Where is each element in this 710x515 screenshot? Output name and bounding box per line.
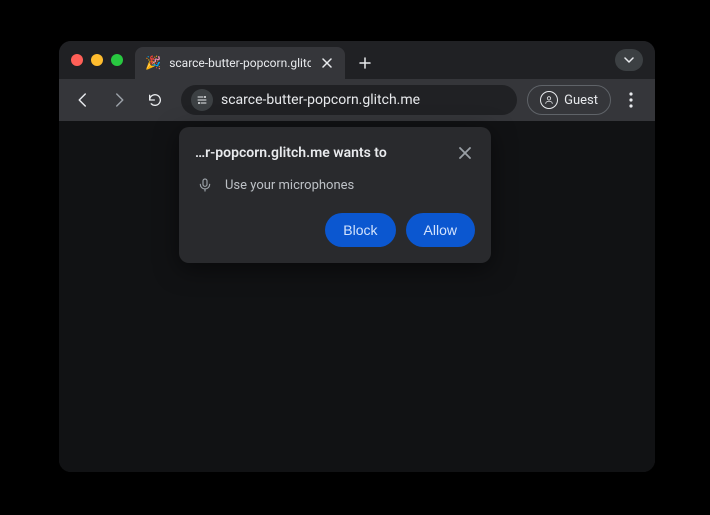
tab-close-button[interactable]	[319, 55, 335, 71]
block-button[interactable]: Block	[325, 213, 395, 247]
titlebar: 🎉 scarce-butter-popcorn.glitch	[59, 41, 655, 79]
forward-button[interactable]	[103, 84, 135, 116]
permission-row: Use your microphones	[195, 177, 475, 193]
window-controls	[71, 54, 123, 66]
profile-label: Guest	[564, 93, 598, 108]
fullscreen-window-button[interactable]	[111, 54, 123, 66]
prompt-origin-text: …r-popcorn.glitch.me wants to	[195, 145, 387, 161]
reload-button[interactable]	[139, 84, 171, 116]
guest-avatar-icon	[540, 91, 558, 109]
back-button[interactable]	[67, 84, 99, 116]
overflow-menu-button[interactable]	[615, 84, 647, 116]
allow-button[interactable]: Allow	[406, 213, 475, 247]
profile-button[interactable]: Guest	[527, 85, 611, 115]
toolbar: scarce-butter-popcorn.glitch.me Guest	[59, 79, 655, 121]
new-tab-button[interactable]	[351, 49, 379, 77]
window-dropdown-button[interactable]	[615, 49, 643, 71]
url-text: scarce-butter-popcorn.glitch.me	[221, 92, 420, 108]
page-content: …r-popcorn.glitch.me wants to Use your m…	[59, 121, 655, 472]
permission-label: Use your microphones	[225, 178, 354, 193]
permission-prompt: …r-popcorn.glitch.me wants to Use your m…	[179, 127, 491, 263]
close-window-button[interactable]	[71, 54, 83, 66]
browser-tab[interactable]: 🎉 scarce-butter-popcorn.glitch	[135, 47, 345, 79]
minimize-window-button[interactable]	[91, 54, 103, 66]
tab-title: scarce-butter-popcorn.glitch	[169, 56, 311, 70]
site-settings-icon[interactable]	[191, 89, 213, 111]
tab-favicon-icon: 🎉	[145, 56, 161, 71]
prompt-close-button[interactable]	[455, 143, 475, 163]
browser-window: 🎉 scarce-butter-popcorn.glitch sca	[59, 41, 655, 472]
microphone-icon	[197, 177, 213, 193]
address-bar[interactable]: scarce-butter-popcorn.glitch.me	[181, 85, 517, 115]
